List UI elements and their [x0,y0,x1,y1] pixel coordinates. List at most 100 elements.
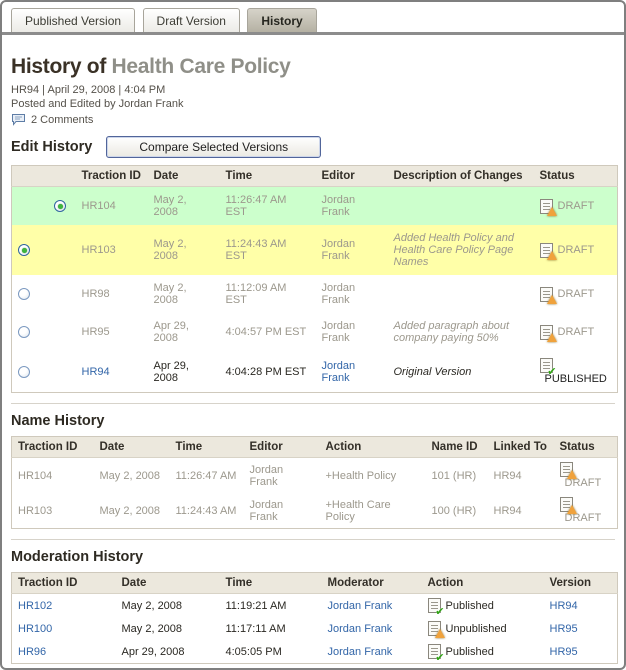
name-id: 101 (HR) [426,458,488,494]
name-history-row: HR104 May 2, 2008 11:26:47 AM Jordan Fra… [12,458,618,494]
edit-date: May 2, 2008 [148,187,220,226]
draft-status-icon [560,497,573,512]
editor-link[interactable]: Jordan Frank [322,360,356,384]
name-action: +Health Care Policy [320,493,426,529]
page-title: History of Health Care Policy [11,55,615,79]
draft-status-icon [540,287,553,302]
moderation-history-section: Moderation History Traction ID Date Time… [11,539,615,664]
col-traction-id: Traction ID [12,573,116,594]
edit-history-row: HR104 May 2, 2008 11:26:47 AM EST Jordan… [12,187,618,226]
traction-id: HR104 [12,458,94,494]
name-history-section: Name History Traction ID Date Time Edito… [11,403,615,529]
edit-history-row: HR98 May 2, 2008 11:12:09 AM EST Jordan … [12,275,618,313]
name-history-table: Traction ID Date Time Editor Action Name… [11,436,618,529]
edit-date: May 2, 2008 [148,275,220,313]
col-time: Time [170,437,244,458]
status-label: DRAFT [558,326,595,338]
change-description: Added paragraph about company paying 50% [388,313,534,351]
col-moderator: Moderator [322,573,422,594]
version-compare-radio[interactable] [18,244,30,256]
version-link[interactable]: HR95 [550,646,578,658]
traction-id: HR95 [76,313,148,351]
status-label: DRAFT [558,200,595,212]
col-status: Status [554,437,618,458]
edit-date: Apr 29, 2008 [148,313,220,351]
editor-name: Jordan Frank [316,225,388,275]
comments-link[interactable]: 2 Comments [31,114,93,126]
col-editor: Editor [244,437,320,458]
tab-history[interactable]: History [247,8,316,32]
moderation-action: Unpublished [446,623,507,635]
version-compare-radio[interactable] [54,200,66,212]
name-time: 11:24:43 AM [170,493,244,529]
unpublished-action-icon [428,621,441,636]
version-link[interactable]: HR95 [550,623,578,635]
change-description [388,187,534,226]
page-title-name: Health Care Policy [112,55,291,78]
tab-divider [2,32,624,35]
col-status: Status [534,166,618,187]
status-label: DRAFT [558,244,595,256]
published-action-icon [428,644,441,659]
posted-by: Posted and Edited by Jordan Frank [11,98,615,110]
col-version: Version [544,573,618,594]
edit-history-table: Traction ID Date Time Editor Description… [11,165,618,393]
col-radio-a [12,166,48,187]
version-link[interactable]: HR94 [550,600,578,612]
edit-date: May 2, 2008 [148,225,220,275]
change-description [388,275,534,313]
moderator-link[interactable]: Jordan Frank [328,600,393,612]
col-date: Date [148,166,220,187]
compare-selected-versions-button[interactable]: Compare Selected Versions [106,136,321,158]
traction-id-link[interactable]: HR94 [82,366,110,378]
traction-id-link[interactable]: HR96 [18,646,46,658]
col-linked-to: Linked To [488,437,554,458]
traction-id-link[interactable]: HR102 [18,600,52,612]
editor-name: Jordan Frank [316,275,388,313]
tab-published-version[interactable]: Published Version [11,8,135,32]
edit-time: 11:24:43 AM EST [220,225,316,275]
editor-name: Jordan Frank [244,458,320,494]
moderation-action: Published [446,600,494,612]
published-action-icon [428,598,441,613]
published-status-icon [540,358,553,373]
editor-name: Jordan Frank [244,493,320,529]
moderator-link[interactable]: Jordan Frank [328,646,393,658]
page-title-prefix: History of [11,55,112,78]
moderation-date: Apr 29, 2008 [116,640,220,664]
status-label: DRAFT [558,288,595,300]
draft-status-icon [540,243,553,258]
name-history-title: Name History [11,413,615,429]
col-action: Action [320,437,426,458]
change-description: Added Health Policy and Health Care Poli… [388,225,534,275]
version-compare-radio[interactable] [18,366,30,378]
col-traction-id: Traction ID [12,437,94,458]
col-time: Time [220,166,316,187]
version-compare-radio[interactable] [18,326,30,338]
edit-time: 11:26:47 AM EST [220,187,316,226]
col-date: Date [116,573,220,594]
edit-history-row: HR103 May 2, 2008 11:24:43 AM EST Jordan… [12,225,618,275]
edit-history-row: HR95 Apr 29, 2008 4:04:57 PM EST Jordan … [12,313,618,351]
col-name-id: Name ID [426,437,488,458]
col-time: Time [220,573,322,594]
moderation-history-row: HR102 May 2, 2008 11:19:21 AM Jordan Fra… [12,594,618,618]
version-compare-radio[interactable] [18,288,30,300]
moderation-history-table: Traction ID Date Time Moderator Action V… [11,572,618,664]
name-history-row: HR103 May 2, 2008 11:24:43 AM Jordan Fra… [12,493,618,529]
moderator-link[interactable]: Jordan Frank [328,623,393,635]
edit-time: 4:04:28 PM EST [220,351,316,393]
col-radio-b [48,166,76,187]
moderation-date: May 2, 2008 [116,617,220,640]
editor-name: Jordan Frank [316,313,388,351]
moderation-time: 11:17:11 AM [220,617,322,640]
traction-id: HR98 [76,275,148,313]
name-id: 100 (HR) [426,493,488,529]
tab-bar: Published Version Draft Version History [2,2,624,32]
col-date: Date [94,437,170,458]
col-action: Action [422,573,544,594]
tab-draft-version[interactable]: Draft Version [143,8,240,32]
traction-id-link[interactable]: HR100 [18,623,52,635]
moderation-time: 11:19:21 AM [220,594,322,618]
draft-status-icon [540,325,553,340]
